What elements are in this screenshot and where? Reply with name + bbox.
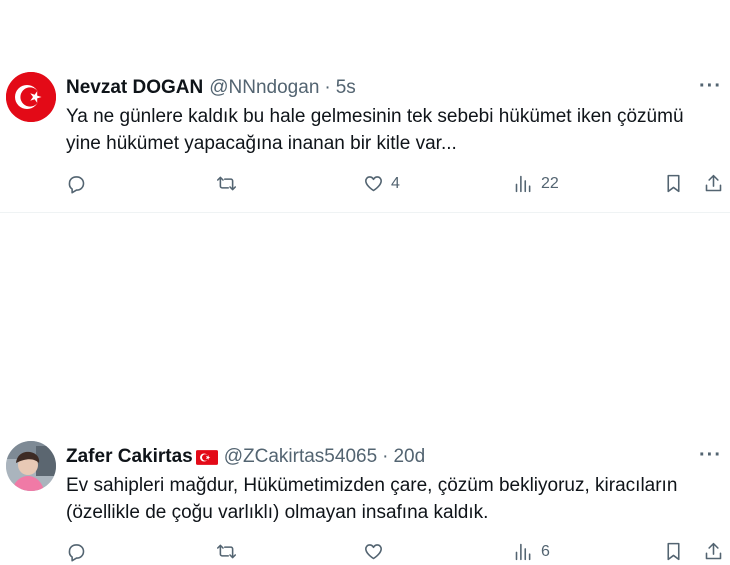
reply-icon xyxy=(68,544,85,562)
tweet-text: Ev sahipleri mağdur, Hükümetimizden çare… xyxy=(66,472,716,526)
views-count: 6 xyxy=(541,542,550,560)
separator-dot: · xyxy=(382,446,389,467)
more-options-icon[interactable]: ··· xyxy=(699,444,722,467)
tweet-1[interactable]: Nevzat DOGAN @NNndogan · 5s ··· Ya ne gü… xyxy=(0,0,730,212)
like-button[interactable] xyxy=(363,541,391,562)
timestamp[interactable]: 20d xyxy=(393,446,425,468)
action-bar: 4 22 xyxy=(66,173,726,197)
tweet-2[interactable]: Zafer Cakirtas @ZCakirtas54065 · 20d ···… xyxy=(0,213,730,562)
share-icon xyxy=(705,174,722,192)
like-count: 4 xyxy=(391,174,400,192)
tweet-text-line: Ev sahipleri mağdur, Hükümetimizden çare… xyxy=(66,475,678,496)
turkish-flag-icon xyxy=(195,449,218,465)
like-button[interactable]: 4 xyxy=(363,173,400,194)
reply-icon xyxy=(68,176,85,194)
repost-button[interactable] xyxy=(216,173,244,194)
tweet-text-line: Ya ne günlere kaldık bu hale gelmesinin … xyxy=(66,106,684,127)
reply-button[interactable] xyxy=(66,541,94,562)
reply-button[interactable] xyxy=(66,173,94,194)
tweet-text-line: (özellikle de çoğu varlıklı) olmayan ins… xyxy=(66,502,489,523)
avatar[interactable] xyxy=(6,72,56,122)
tweet-header: Zafer Cakirtas @ZCakirtas54065 · 20d xyxy=(66,446,425,468)
action-bar: 6 xyxy=(66,541,726,565)
bookmark-button[interactable] xyxy=(663,541,684,562)
share-icon xyxy=(705,542,722,560)
separator-dot: · xyxy=(324,77,331,98)
tweet-text: Ya ne günlere kaldık bu hale gelmesinin … xyxy=(66,103,716,157)
analytics-icon xyxy=(515,175,531,193)
tweet-text-line: yine hükümet yapacağına inanan bir kitle… xyxy=(66,133,457,154)
timestamp[interactable]: 5s xyxy=(336,77,356,99)
repost-icon xyxy=(216,544,237,559)
bookmark-button[interactable] xyxy=(663,173,684,194)
repost-button[interactable] xyxy=(216,541,244,562)
bookmark-icon xyxy=(667,174,680,193)
tweet-header: Nevzat DOGAN @NNndogan · 5s xyxy=(66,77,356,99)
user-photo xyxy=(6,441,56,491)
analytics-icon xyxy=(515,543,531,561)
views-button[interactable]: 22 xyxy=(513,173,559,194)
avatar[interactable] xyxy=(6,441,56,491)
bookmark-icon xyxy=(667,542,680,561)
views-count: 22 xyxy=(541,174,559,192)
heart-icon xyxy=(365,176,382,192)
turkish-flag-icon xyxy=(6,72,56,122)
more-options-icon[interactable]: ··· xyxy=(699,75,722,98)
views-button[interactable]: 6 xyxy=(513,541,550,562)
author-name[interactable]: Nevzat DOGAN xyxy=(66,77,203,99)
author-handle[interactable]: @NNndogan xyxy=(209,77,319,99)
share-button[interactable] xyxy=(703,173,724,194)
author-name[interactable]: Zafer Cakirtas xyxy=(66,446,193,468)
heart-icon xyxy=(365,544,382,560)
share-button[interactable] xyxy=(703,541,724,562)
repost-icon xyxy=(216,176,237,191)
author-handle[interactable]: @ZCakirtas54065 xyxy=(224,446,377,468)
